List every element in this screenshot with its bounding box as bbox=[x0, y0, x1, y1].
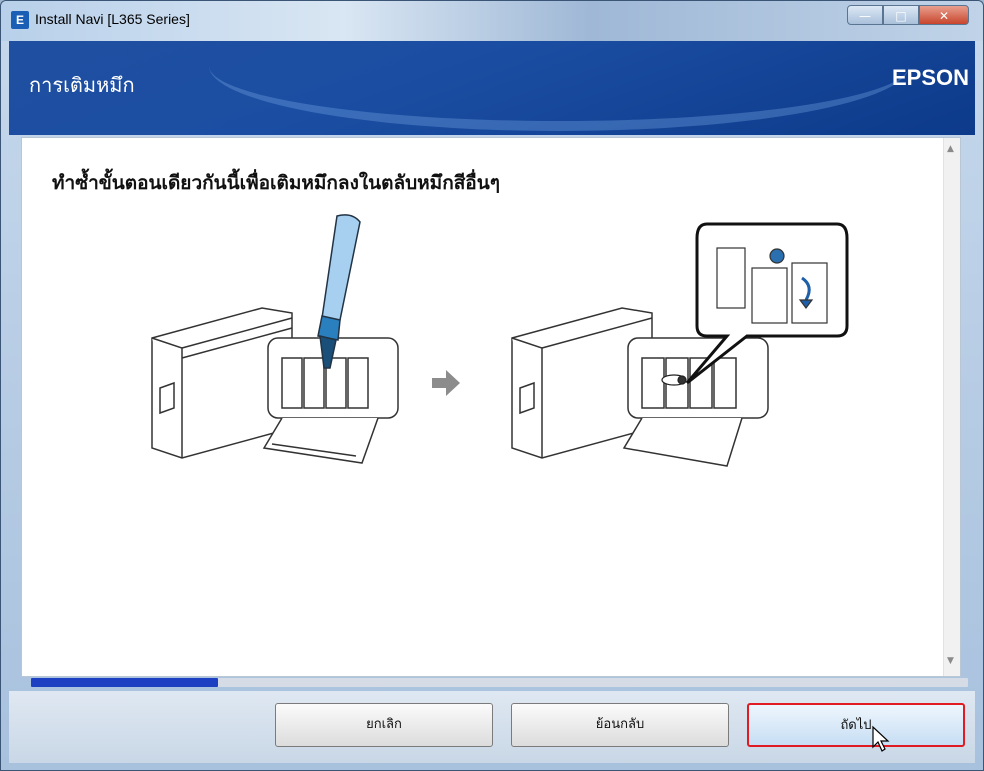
scroll-down-icon[interactable]: ▼ bbox=[947, 656, 954, 666]
page-title: การเติมหมึก bbox=[29, 73, 135, 97]
mouse-cursor-icon bbox=[872, 725, 890, 752]
back-button[interactable]: ย้อนกลับ bbox=[511, 703, 729, 747]
refill-illustration bbox=[151, 214, 849, 467]
cancel-button[interactable]: ยกเลิก bbox=[275, 703, 493, 747]
printer-left-illustration bbox=[151, 307, 399, 464]
maximize-button[interactable]: □ bbox=[883, 5, 919, 25]
install-navi-window: E Install Navi [L365 Series] — □ ✕ การเต… bbox=[0, 0, 984, 771]
minimize-button[interactable]: — bbox=[847, 5, 883, 25]
window-title: Install Navi [L365 Series] bbox=[35, 11, 190, 27]
ink-cap-icon bbox=[661, 374, 687, 386]
epson-logo: EPSON bbox=[891, 65, 969, 90]
header-decoration bbox=[209, 41, 909, 131]
header-banner: การเติมหมึก EPSON bbox=[9, 41, 975, 135]
vertical-scrollbar[interactable]: ▲ ▼ bbox=[943, 138, 960, 676]
window-controls: — □ ✕ bbox=[847, 5, 969, 25]
scroll-up-icon[interactable]: ▲ bbox=[947, 144, 954, 154]
right-arrow-icon bbox=[432, 370, 460, 396]
close-button[interactable]: ✕ bbox=[919, 5, 969, 25]
next-button[interactable]: ถัดไป bbox=[747, 703, 965, 747]
instruction-text: ทำซ้ำขั้นตอนเดียวกันนี้เพื่อเติมหมึกลงใน… bbox=[52, 172, 500, 194]
progress-bar bbox=[31, 678, 968, 687]
content-panel: ทำซ้ำขั้นตอนเดียวกันนี้เพื่อเติมหมึกลงใน… bbox=[21, 137, 961, 677]
app-icon: E bbox=[11, 11, 29, 29]
title-bar[interactable]: E Install Navi [L365 Series] — □ ✕ bbox=[1, 1, 983, 41]
progress-fill bbox=[31, 678, 219, 687]
footer-bar: ยกเลิก ย้อนกลับ ถัดไป bbox=[9, 691, 975, 763]
